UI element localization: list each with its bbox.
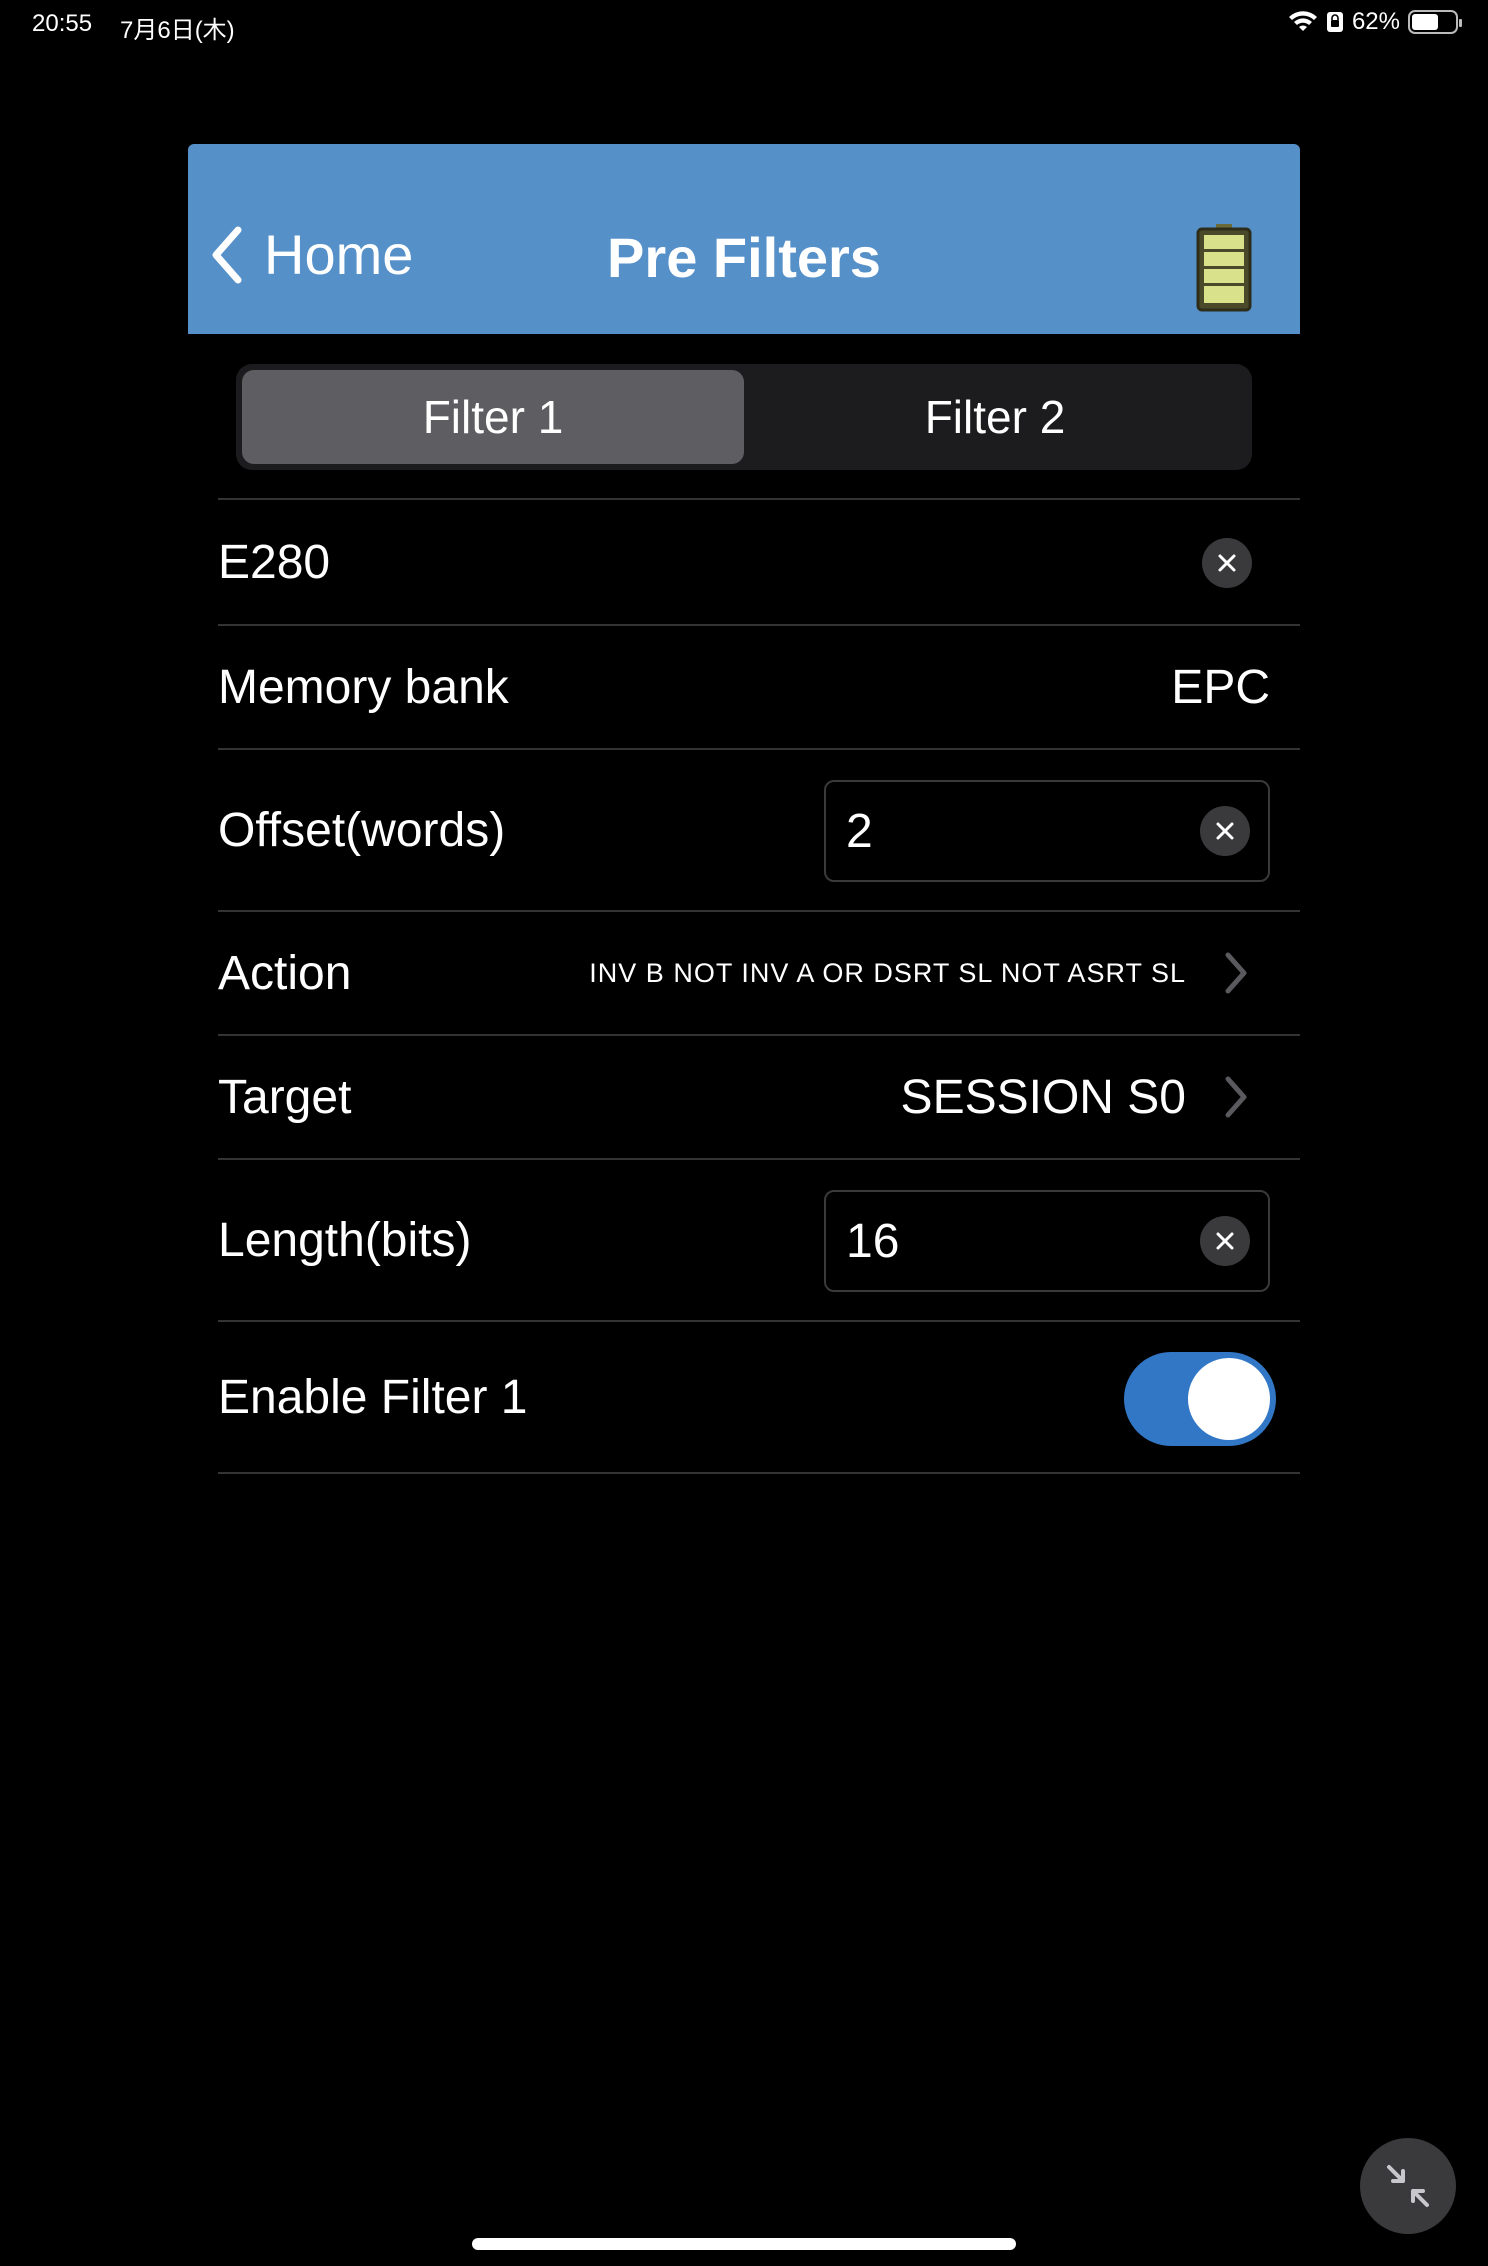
clear-mask-icon[interactable]: [1202, 538, 1252, 588]
offset-label: Offset(words): [218, 803, 506, 857]
status-time: 20:55: [32, 10, 93, 37]
orientation-lock-icon: [1326, 12, 1343, 32]
status-bar: 20:55 7月6日(木) 62%: [0, 0, 1488, 48]
action-value: INV B NOT INV A OR DSRT SL NOT ASRT SL: [589, 957, 1186, 988]
clear-offset-icon[interactable]: [1200, 806, 1250, 856]
chevron-right-icon: [1225, 952, 1247, 994]
action-row[interactable]: Action INV B NOT INV A OR DSRT SL NOT AS…: [218, 910, 1300, 1034]
toggle-knob: [1188, 1358, 1270, 1440]
filter-segmented-control: Filter 1 Filter 2: [236, 364, 1252, 470]
status-date: 7月6日(木): [120, 17, 235, 44]
length-field-box: [824, 1190, 1270, 1292]
chevron-left-icon: [212, 226, 242, 284]
target-value: SESSION S0: [900, 1070, 1186, 1124]
length-input[interactable]: [846, 1192, 1166, 1290]
memory-bank-label: Memory bank: [218, 660, 509, 714]
target-row[interactable]: Target SESSION S0: [218, 1034, 1300, 1158]
enable-filter-toggle[interactable]: [1124, 1352, 1276, 1446]
enable-filter-label: Enable Filter 1: [218, 1370, 528, 1424]
back-label: Home: [264, 223, 414, 286]
reader-battery-icon: [1196, 224, 1252, 312]
home-indicator[interactable]: [472, 2238, 1016, 2250]
mask-value[interactable]: E280: [218, 535, 330, 590]
wifi-icon: [1288, 11, 1317, 31]
enable-filter-row: Enable Filter 1: [218, 1320, 1300, 1474]
back-button[interactable]: Home: [210, 224, 413, 286]
length-row: Length(bits): [218, 1158, 1300, 1320]
battery-percent: 62%: [1351, 8, 1400, 35]
memory-bank-row[interactable]: Memory bank EPC: [218, 624, 1300, 748]
navigation-bar: Home Pre Filters: [188, 144, 1300, 334]
pre-filters-panel: Home Pre Filters Filter 1 Filter 2 E280 …: [188, 144, 1300, 1474]
collapse-arrows-icon: [1387, 2165, 1429, 2207]
mask-row: E280: [218, 498, 1300, 624]
target-label: Target: [218, 1070, 352, 1124]
segment-filter-2[interactable]: Filter 2: [744, 370, 1246, 464]
offset-input[interactable]: [846, 782, 1166, 880]
memory-bank-value: EPC: [1171, 660, 1270, 714]
chevron-right-icon: [1225, 1076, 1247, 1118]
offset-row: Offset(words): [218, 748, 1300, 910]
segment-filter-1[interactable]: Filter 1: [242, 370, 744, 464]
filter-form: E280 Memory bank EPC Offset(words) Actio…: [218, 498, 1300, 1474]
collapse-button[interactable]: [1360, 2138, 1456, 2234]
length-label: Length(bits): [218, 1213, 472, 1267]
clear-length-icon[interactable]: [1200, 1216, 1250, 1266]
battery-icon: [1408, 10, 1462, 34]
offset-field-box: [824, 780, 1270, 882]
status-indicators: 62%: [1288, 8, 1462, 36]
action-label: Action: [218, 946, 352, 1000]
